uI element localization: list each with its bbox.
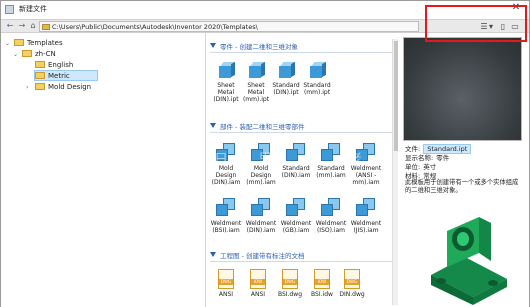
template-ansi-dwg[interactable]: DWG ANSI — [210, 269, 242, 298]
idw-file-icon: IDW — [250, 269, 266, 289]
template-weldment-din-iam[interactable]: Weldment (DIN).iam — [245, 196, 277, 234]
path-text: C:\Users\Public\Documents\Autodesk\Inven… — [52, 23, 258, 31]
idw-file-icon: IDW — [314, 269, 330, 289]
expand-icon[interactable]: ⌄ — [13, 49, 19, 60]
folder-tree: ⌄ Templates ⌄ zh-CN English Metric › Mol… — [1, 33, 206, 307]
tree-label: Mold Design — [48, 83, 92, 91]
back-arrow-icon[interactable]: ← — [5, 21, 15, 31]
template-label: BSI.idw — [311, 291, 333, 298]
file-type-tag: DWG — [283, 279, 297, 285]
part-cube-icon — [308, 61, 327, 80]
tree-item-metric[interactable]: Metric — [34, 70, 98, 81]
template-label: DIN.dwg — [339, 291, 365, 298]
assembly-icon — [285, 196, 307, 218]
folder-icon — [35, 83, 45, 90]
template-label: Weldment (BSI).iam — [210, 220, 242, 234]
app-icon — [5, 5, 14, 14]
tree-item-zh-cn[interactable]: ⌄ zh-CN — [13, 49, 56, 60]
template-bsi-idw[interactable]: IDW BSI.idw — [306, 269, 338, 298]
collapse-triangle-icon[interactable] — [210, 252, 216, 257]
template-label: Sheet Metal (mm).ipt — [242, 82, 270, 103]
green-part-illustration — [431, 217, 507, 305]
template-list: 零件 - 创建二维和三维对象 Sheet Metal (DIN).ipt She… — [206, 33, 399, 307]
template-label: Sheet Metal (DIN).ipt — [213, 82, 239, 103]
assembly-icon — [320, 196, 342, 218]
detail-value: 零件 — [436, 154, 450, 162]
part-cube-icon — [247, 61, 266, 80]
new-file-dialog: 新建文件 ✕ ← → ⌂ C:\Users\Public\Documents\A… — [0, 0, 530, 307]
dwg-file-icon: DWG — [344, 269, 360, 289]
collapse-icon[interactable]: › — [26, 82, 32, 93]
file-type-tag: IDW — [315, 279, 329, 285]
template-sheet-metal-mm-ipt[interactable]: Sheet Metal (mm).ipt — [240, 61, 272, 103]
template-ansi-idw[interactable]: IDW ANSI — [242, 269, 274, 298]
tree-label: Templates — [27, 39, 63, 47]
section-title: 部件 - 装配二维和三维零部件 — [220, 123, 305, 131]
template-weldment-bsi-iam[interactable]: Weldment (BSI).iam — [210, 196, 242, 234]
file-type-tag: IDW — [251, 279, 265, 285]
template-label: Weldment (JIS).iam — [350, 220, 382, 234]
template-label: Standard (DIN).ipt — [272, 82, 300, 96]
tree-label: English — [48, 61, 74, 69]
dwg-file-icon: DWG — [218, 269, 234, 289]
watermark-text: 日 思 入 佬 — [214, 152, 375, 168]
folder-icon — [42, 24, 50, 30]
window-title: 新建文件 — [19, 5, 47, 13]
expand-icon[interactable]: ⌄ — [5, 38, 11, 49]
section-drawings[interactable]: 工程图 - 创建带有标注的文档 — [210, 250, 393, 262]
part-cube-icon — [277, 61, 296, 80]
folder-icon — [22, 50, 32, 57]
details-pane: 文件: Standard.ipt 显示名称: 零件 单位: 英寸 材料: 常规 此模板用… — [399, 33, 529, 307]
forward-arrow-icon[interactable]: → — [17, 21, 27, 31]
assembly-icon — [250, 196, 272, 218]
folder-icon — [35, 72, 45, 79]
tree-item-mold-design[interactable]: › Mold Design — [26, 82, 91, 93]
template-standard-din-ipt[interactable]: Standard (DIN).ipt — [270, 61, 302, 96]
section-parts[interactable]: 零件 - 创建二维和三维对象 — [210, 41, 393, 53]
template-description: 此模板用于创建带有一个或多个实体组成的二维和三维对象。 — [405, 179, 519, 194]
up-folder-icon[interactable]: ⌂ — [28, 21, 38, 31]
path-field[interactable]: C:\Users\Public\Documents\Autodesk\Inven… — [39, 21, 419, 32]
section-title: 零件 - 创建二维和三维对象 — [220, 43, 298, 51]
template-label: ANSI — [218, 291, 234, 298]
template-weldment-gb-iam[interactable]: Weldment (GB).iam — [280, 196, 312, 234]
assembly-icon — [215, 196, 237, 218]
assembly-icon — [355, 196, 377, 218]
vertical-scrollbar[interactable] — [392, 39, 398, 305]
tree-label: zh-CN — [35, 50, 56, 58]
section-title: 工程图 - 创建带有标注的文档 — [220, 252, 305, 260]
folder-icon — [14, 39, 24, 46]
template-preview — [403, 37, 522, 141]
file-type-tag: DWG — [345, 279, 359, 285]
template-label: Standard (mm).ipt — [303, 82, 331, 96]
template-label: Weldment (GB).iam — [280, 220, 312, 234]
template-weldment-jis-iam[interactable]: Weldment (JIS).iam — [350, 196, 382, 234]
template-sheet-metal-din-ipt[interactable]: Sheet Metal (DIN).ipt — [210, 61, 242, 103]
folder-icon — [35, 61, 45, 68]
part-cube-icon — [217, 61, 236, 80]
file-type-tag: DWG — [219, 279, 233, 285]
template-standard-mm-ipt[interactable]: Standard (mm).ipt — [301, 61, 333, 96]
tree-item-templates[interactable]: ⌄ Templates — [5, 38, 63, 49]
collapse-triangle-icon[interactable] — [210, 123, 216, 128]
section-assemblies[interactable]: 部件 - 装配二维和三维零部件 — [210, 121, 393, 133]
collapse-triangle-icon[interactable] — [210, 43, 216, 48]
template-bsi-dwg[interactable]: DWG BSI.dwg — [274, 269, 306, 298]
tree-label: Metric — [48, 72, 70, 80]
template-din-dwg[interactable]: DWG DIN.dwg — [336, 269, 368, 298]
dwg-file-icon: DWG — [282, 269, 298, 289]
template-label: Weldment (DIN).iam — [245, 220, 277, 234]
template-label: BSI.dwg — [277, 291, 303, 298]
template-label: ANSI — [250, 291, 266, 298]
scrollbar-thumb[interactable] — [394, 41, 398, 151]
highlight-box — [425, 5, 527, 42]
template-weldment-iso-iam[interactable]: Weldment (ISO).iam — [315, 196, 347, 234]
template-label: Weldment (ISO).iam — [315, 220, 347, 234]
